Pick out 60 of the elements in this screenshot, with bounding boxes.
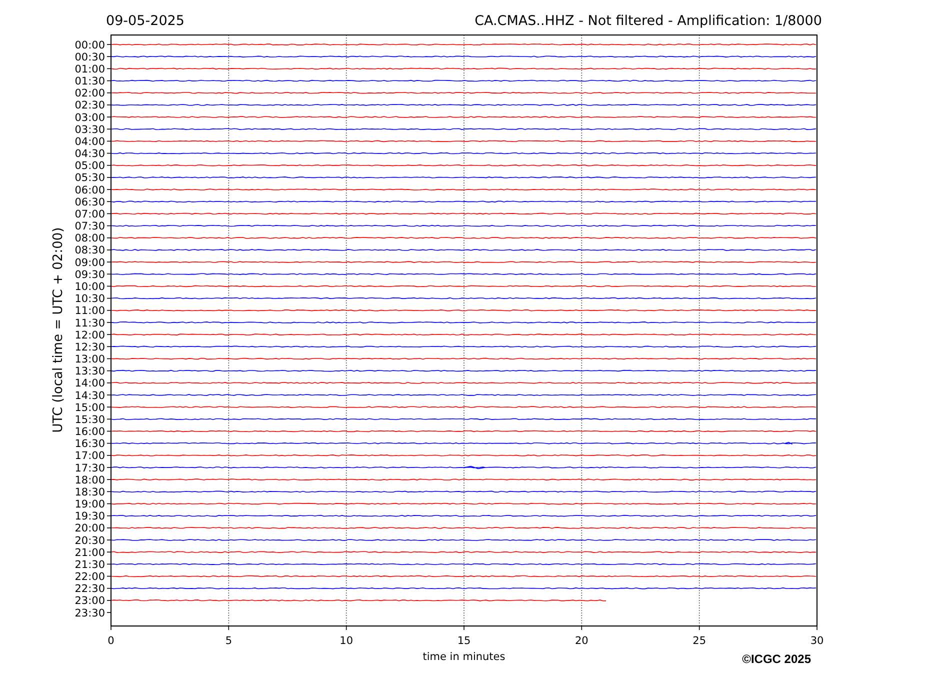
time-label: 14:00: [74, 378, 105, 390]
time-label: 17:30: [74, 462, 105, 474]
time-label: 08:30: [74, 244, 105, 257]
time-label: 10:30: [74, 293, 105, 306]
time-label: 07:30: [74, 220, 105, 233]
y-axis-label: UTC (local time = UTC + 02:00): [51, 227, 66, 433]
time-label: 16:00: [74, 426, 105, 438]
time-label: 09:30: [74, 268, 105, 281]
x-tick-label: 25: [692, 635, 706, 647]
time-label: 20:30: [74, 534, 105, 547]
time-label: 06:00: [74, 184, 105, 196]
time-label: 19:30: [74, 510, 105, 523]
time-label: 22:30: [74, 583, 105, 596]
time-label: 13:30: [74, 366, 105, 378]
time-label: 17:00: [74, 450, 105, 462]
time-label: 14:30: [74, 390, 105, 402]
time-label: 16:30: [74, 438, 105, 450]
time-label: 15:30: [74, 414, 105, 426]
time-label: 12:30: [74, 341, 105, 354]
date-title: 09-05-2025: [106, 13, 184, 29]
time-label: 03:00: [74, 112, 105, 124]
time-label: 18:30: [74, 486, 105, 498]
x-axis-label: time in minutes: [422, 651, 506, 663]
time-label: 18:00: [74, 474, 105, 486]
time-label: 07:00: [74, 208, 105, 220]
x-tick-label: 0: [108, 635, 114, 647]
time-label: 13:00: [74, 354, 105, 366]
time-label: 09:00: [74, 256, 105, 269]
time-label: 23:00: [74, 595, 105, 608]
time-label: 23:30: [74, 607, 105, 620]
time-label: 21:00: [74, 546, 105, 559]
time-label: 04:30: [74, 148, 105, 160]
x-tick-label: 20: [574, 635, 588, 647]
chart-title: CA.CMAS..HHZ - Not filtered - Amplification: 1/8000: [474, 13, 822, 29]
copyright-text: ©ICGC 2025: [742, 652, 811, 666]
time-label: 15:00: [74, 402, 105, 414]
time-label: 11:00: [74, 305, 105, 318]
time-label: 02:00: [74, 88, 105, 100]
time-label: 01:30: [74, 76, 105, 88]
x-tick-label: 30: [810, 635, 824, 647]
time-label: 00:30: [74, 51, 105, 64]
time-label: 05:30: [74, 172, 105, 184]
time-label: 11:30: [74, 317, 105, 330]
x-tick-label: 5: [225, 635, 232, 647]
time-label: 20:00: [74, 522, 105, 535]
time-label: 08:00: [74, 232, 105, 245]
time-label: 06:30: [74, 196, 105, 208]
time-label: 19:00: [74, 498, 105, 511]
time-label: 01:00: [74, 63, 105, 76]
time-label: 21:30: [74, 558, 105, 571]
x-tick-label: 15: [457, 635, 471, 647]
time-label: 04:00: [74, 136, 105, 148]
x-tick-label: 10: [340, 635, 354, 647]
time-label: 05:00: [74, 160, 105, 172]
time-label: 00:00: [74, 39, 105, 52]
time-label: 02:30: [74, 100, 105, 112]
time-label: 10:00: [74, 281, 105, 293]
time-label: 03:30: [74, 124, 105, 136]
time-label: 12:00: [74, 329, 105, 342]
time-label: 22:00: [74, 571, 105, 584]
